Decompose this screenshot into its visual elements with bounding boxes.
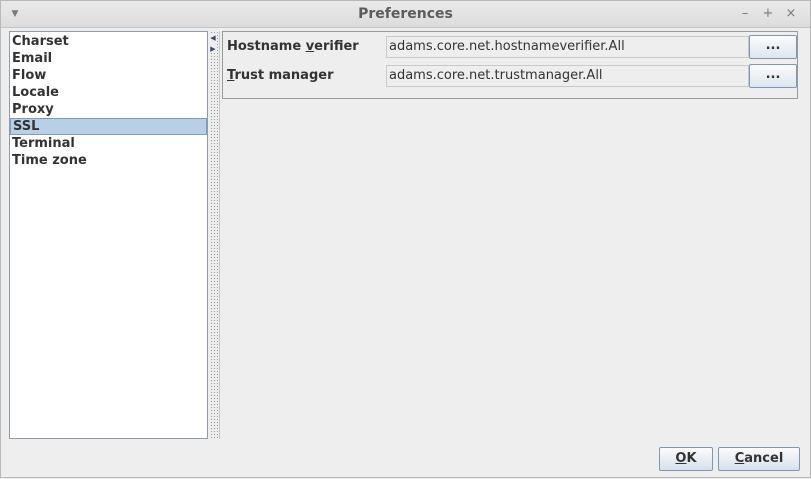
- close-button[interactable]: ×: [782, 5, 800, 23]
- ssl-form: Hostname verifier adams.core.net.hostnam…: [222, 31, 798, 99]
- collapse-left-icon[interactable]: ◀: [210, 33, 216, 42]
- dialog-footer: OK Cancel: [1, 439, 810, 479]
- minimize-button[interactable]: –: [736, 5, 754, 23]
- trust-manager-choose-button[interactable]: ...: [749, 64, 797, 88]
- hostname-verifier-row: Hostname verifier adams.core.net.hostnam…: [223, 35, 797, 59]
- hostname-verifier-choose-button[interactable]: ...: [749, 35, 797, 59]
- hostname-verifier-field[interactable]: adams.core.net.hostnameverifier.All: [386, 36, 749, 58]
- nav-item-charset[interactable]: Charset: [10, 33, 207, 50]
- nav-item-proxy[interactable]: Proxy: [10, 101, 207, 118]
- nav-item-email[interactable]: Email: [10, 50, 207, 67]
- trust-manager-row: Trust manager adams.core.net.trustmanage…: [223, 64, 797, 88]
- nav-item-terminal[interactable]: Terminal: [10, 135, 207, 152]
- nav-item-time-zone[interactable]: Time zone: [10, 152, 207, 169]
- expand-right-icon[interactable]: ▶: [210, 44, 216, 53]
- title-bar[interactable]: ▼ Preferences – + ×: [1, 1, 810, 28]
- trust-manager-label: Trust manager: [227, 68, 334, 83]
- nav-item-flow[interactable]: Flow: [10, 67, 207, 84]
- split-pane-divider[interactable]: ◀ ▶: [209, 31, 218, 439]
- window-title: Preferences: [358, 6, 453, 22]
- ssl-settings-panel: Hostname verifier adams.core.net.hostnam…: [219, 31, 804, 439]
- ok-button[interactable]: OK: [659, 447, 713, 471]
- trust-manager-field[interactable]: adams.core.net.trustmanager.All: [386, 65, 749, 87]
- preferences-category-list[interactable]: Charset Email Flow Locale Proxy SSL Term…: [9, 31, 208, 439]
- cancel-button[interactable]: Cancel: [718, 447, 800, 471]
- nav-item-locale[interactable]: Locale: [10, 84, 207, 101]
- maximize-button[interactable]: +: [759, 5, 777, 23]
- preferences-window: ▼ Preferences – + × Charset Email Flow L…: [0, 0, 811, 478]
- nav-item-ssl[interactable]: SSL: [10, 118, 207, 135]
- hostname-verifier-label: Hostname verifier: [227, 39, 359, 54]
